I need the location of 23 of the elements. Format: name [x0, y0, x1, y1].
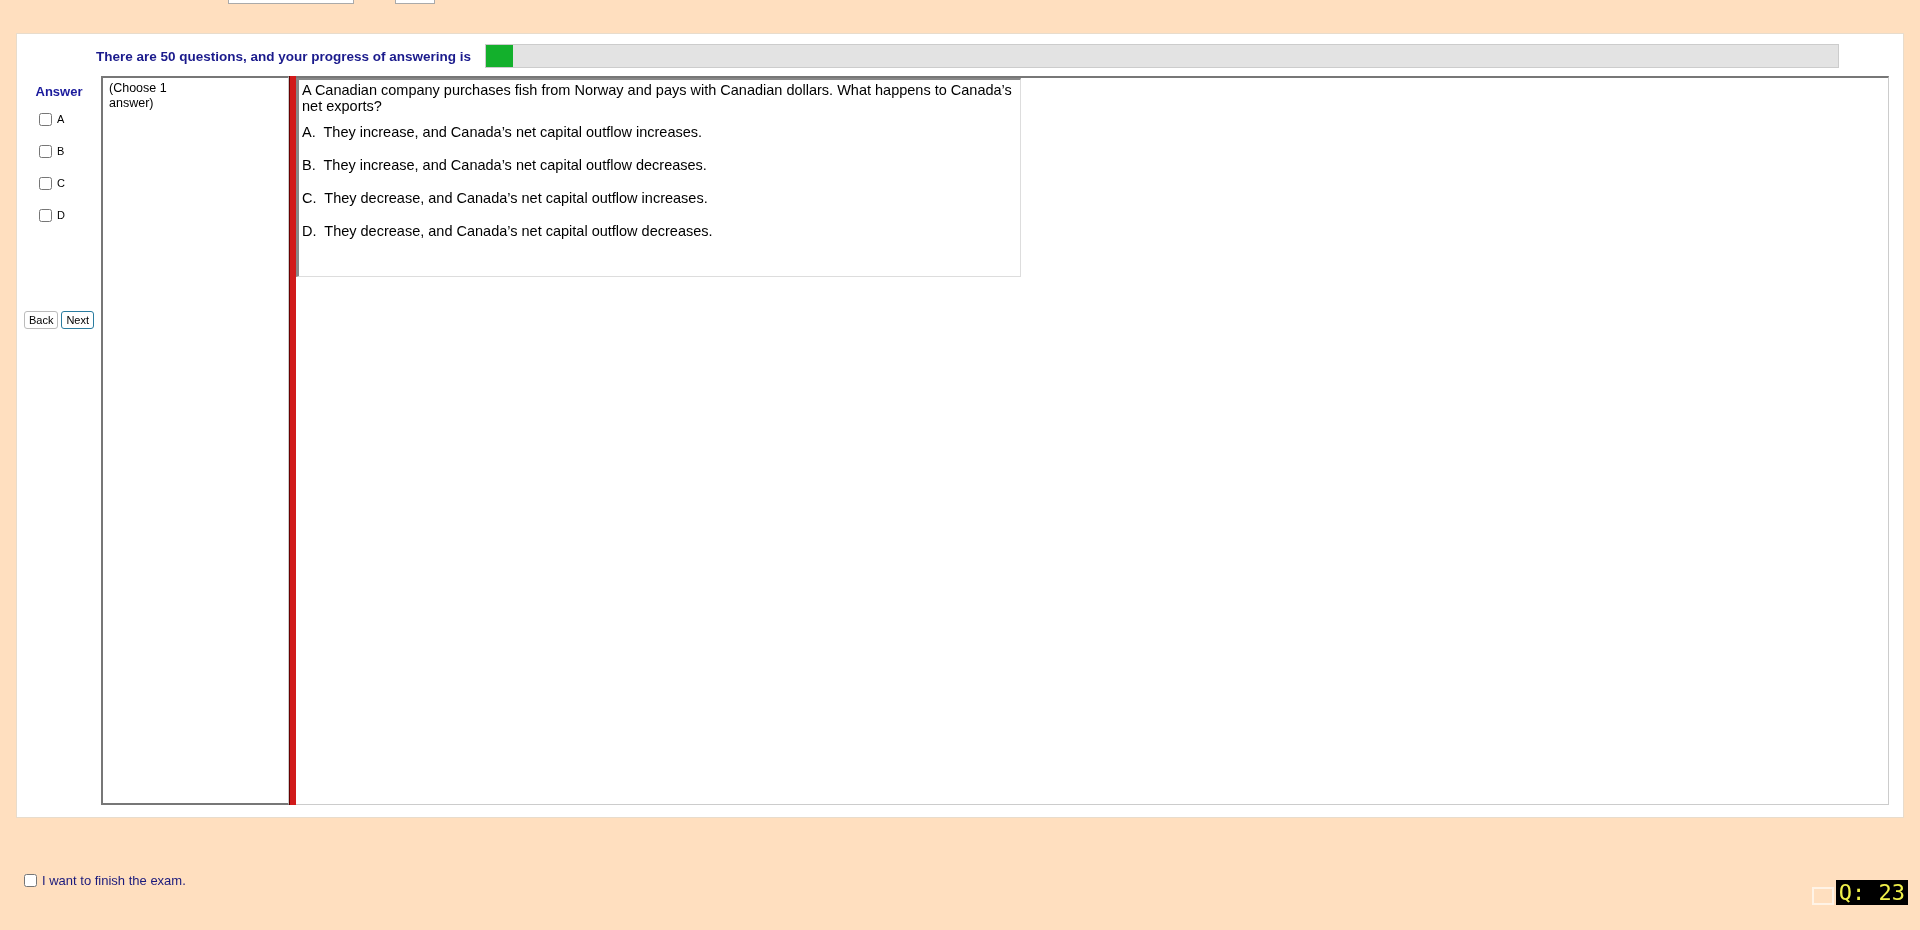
answer-checkbox[interactable] [39, 112, 52, 126]
finish-label: I want to finish the exam. [42, 873, 186, 888]
nav-button[interactable]: Back [23, 311, 59, 329]
choice-text: C. They decrease, and Canada’s net capital outflow increases. [302, 190, 709, 207]
question-counter: Q: 23 [1835, 880, 1908, 905]
small-field [1811, 887, 1834, 905]
choice-text: D. They decrease, and Canada’s net capital outflow decreases. [302, 223, 714, 240]
finish-checkbox[interactable] [24, 874, 37, 887]
answer-checkbox[interactable] [39, 208, 52, 222]
option-label: D [57, 209, 65, 221]
instruction-text: (Choose 1 answer) [109, 81, 168, 111]
progress-label: There are 50 questions, and your progress of answering is [96, 48, 472, 64]
nav-button[interactable]: Next [61, 311, 95, 329]
choice-text: B. They increase, and Canada’s net capital outflow decreases. [302, 157, 708, 174]
option-label: A [57, 113, 65, 125]
answer-checkbox[interactable] [39, 176, 52, 190]
answer-checkbox[interactable] [39, 144, 52, 158]
splitter-bar[interactable] [289, 76, 296, 805]
option-label: B [57, 145, 65, 157]
answer-heading: Answer [35, 84, 83, 99]
option-label: C [57, 177, 65, 189]
choice-text: A. They increase, and Canada’s net capital outflow increases. [302, 124, 704, 141]
question-text: A Canadian company purchases fish from Norway and pays with Canadian dollars. What happens to Canada’s net exports? [302, 82, 1013, 114]
